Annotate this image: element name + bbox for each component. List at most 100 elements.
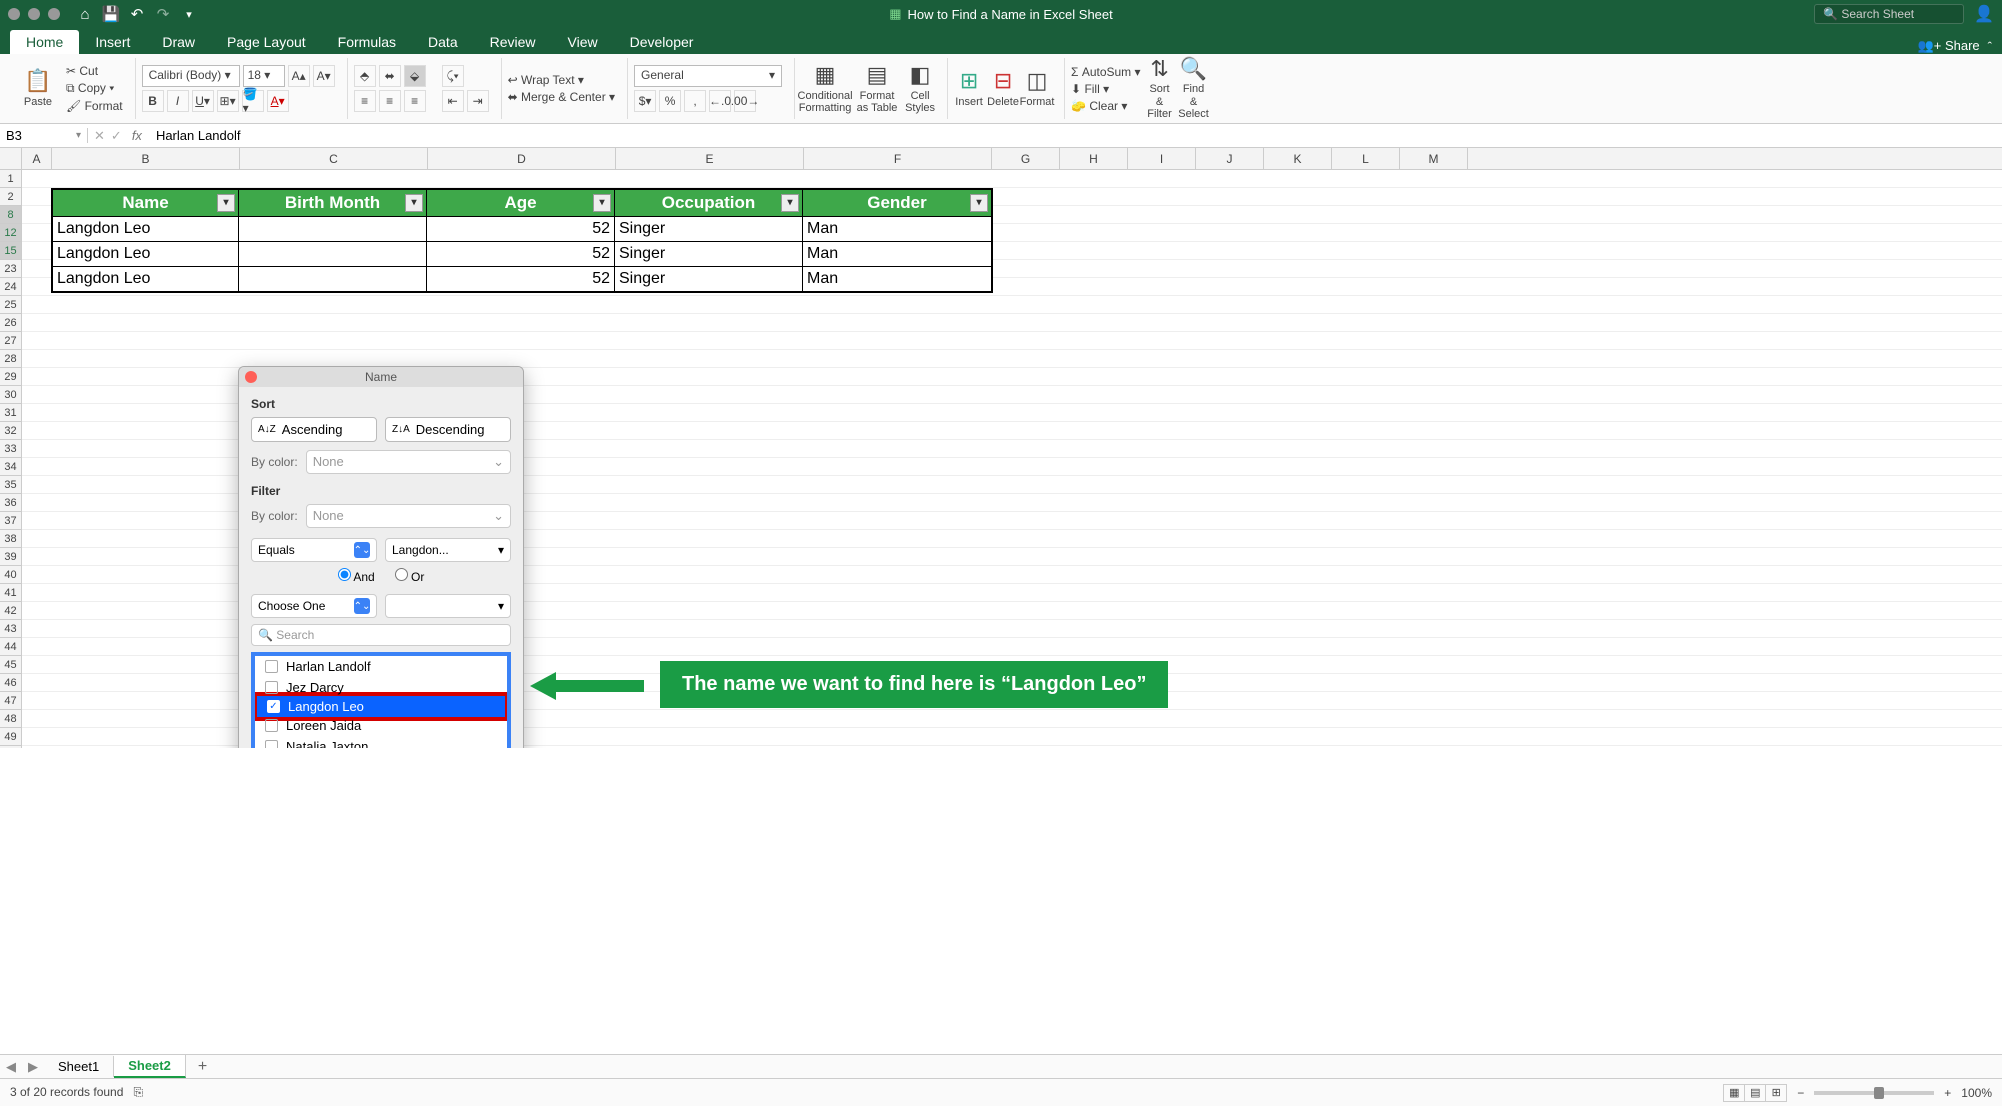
row-header[interactable]: 27 <box>0 332 22 350</box>
row-header[interactable]: 41 <box>0 584 22 602</box>
wrap-text-button[interactable]: ↩ Wrap Text ▾ <box>508 73 615 87</box>
cell[interactable]: Man <box>803 242 991 266</box>
conditional-formatting-button[interactable]: ▦Conditional Formatting <box>801 61 849 117</box>
row-header[interactable]: 49 <box>0 728 22 746</box>
cell[interactable]: Man <box>803 217 991 241</box>
col-header[interactable]: I <box>1128 148 1196 169</box>
row-header[interactable]: 44 <box>0 638 22 656</box>
close-icon[interactable] <box>245 371 257 383</box>
align-right-icon[interactable]: ≡ <box>404 90 426 112</box>
zoom-in-icon[interactable]: + <box>1944 1086 1951 1100</box>
fill-button[interactable]: ⬇ Fill ▾ <box>1071 82 1140 96</box>
copy-button[interactable]: ⧉ Copy ▾ <box>66 81 123 96</box>
row-header[interactable]: 50 <box>0 746 22 748</box>
align-middle-icon[interactable]: ⬌ <box>379 65 401 87</box>
increase-indent-icon[interactable]: ⇥ <box>467 90 489 112</box>
select-all-corner[interactable] <box>0 148 22 169</box>
qat-dropdown-icon[interactable]: ▾ <box>176 3 202 25</box>
filter-item-list[interactable]: Harlan Landolf Jez Darcy ✓Langdon Leo Lo… <box>251 652 511 748</box>
row-header[interactable]: 24 <box>0 278 22 296</box>
row-header[interactable]: 34 <box>0 458 22 476</box>
row-header[interactable]: 42 <box>0 602 22 620</box>
decrease-decimal-icon[interactable]: .00→ <box>734 90 756 112</box>
cell[interactable] <box>239 242 427 266</box>
row-header[interactable]: 23 <box>0 260 22 278</box>
decrease-indent-icon[interactable]: ⇤ <box>442 90 464 112</box>
row-header[interactable]: 38 <box>0 530 22 548</box>
orientation-icon[interactable]: ⤹▾ <box>442 65 464 87</box>
zoom-out-icon[interactable]: − <box>1797 1086 1804 1100</box>
align-center-icon[interactable]: ≡ <box>379 90 401 112</box>
row-header[interactable]: 28 <box>0 350 22 368</box>
filter-by-color-select[interactable]: None⌄ <box>306 504 511 528</box>
sort-filter-button[interactable]: ⇅Sort & Filter <box>1145 61 1175 117</box>
row-header[interactable]: 40 <box>0 566 22 584</box>
zoom-slider[interactable] <box>1814 1091 1934 1095</box>
add-sheet-button[interactable]: + <box>186 1058 219 1076</box>
col-header[interactable]: D <box>428 148 616 169</box>
cell[interactable]: Langdon Leo <box>53 267 239 291</box>
merge-center-button[interactable]: ⬌ Merge & Center ▾ <box>508 90 615 104</box>
sort-by-color-select[interactable]: None⌄ <box>306 450 511 474</box>
row-header[interactable]: 26 <box>0 314 22 332</box>
filter-value2-select[interactable]: ▾ <box>385 594 511 618</box>
format-painter-button[interactable]: 🖌 Format <box>66 99 123 113</box>
delete-cells-button[interactable]: ⊟Delete <box>988 61 1018 117</box>
user-icon[interactable]: 👤 <box>1974 4 1994 24</box>
cell[interactable]: Man <box>803 267 991 291</box>
bold-button[interactable]: B <box>142 90 164 112</box>
zoom-level[interactable]: 100% <box>1961 1086 1992 1100</box>
col-header[interactable]: F <box>804 148 992 169</box>
row-header[interactable]: 2 <box>0 188 22 206</box>
filter-icon[interactable]: ▾ <box>217 194 235 212</box>
filter-item[interactable]: Harlan Landolf <box>255 656 507 677</box>
filter-item-selected[interactable]: ✓Langdon Leo <box>257 696 505 717</box>
number-format-select[interactable]: General ▾ <box>634 65 782 87</box>
font-color-button[interactable]: A▾ <box>267 90 289 112</box>
col-header[interactable]: K <box>1264 148 1332 169</box>
row-header[interactable]: 47 <box>0 692 22 710</box>
col-header[interactable]: J <box>1196 148 1264 169</box>
formula-input[interactable]: Harlan Landolf <box>152 128 245 143</box>
cell[interactable] <box>239 267 427 291</box>
tab-formulas[interactable]: Formulas <box>322 30 412 54</box>
grid[interactable]: A B C D E F G H I J K L M 12812152324252… <box>0 148 2002 748</box>
row-header[interactable]: 29 <box>0 368 22 386</box>
sheet-nav-left-icon[interactable]: ◀ <box>0 1059 22 1075</box>
customize-status-icon[interactable]: ⎘ <box>133 1085 143 1099</box>
collapse-ribbon-icon[interactable]: ˆ <box>1988 39 1992 54</box>
tab-page-layout[interactable]: Page Layout <box>211 30 322 54</box>
cell[interactable] <box>239 217 427 241</box>
row-header[interactable]: 39 <box>0 548 22 566</box>
share-button[interactable]: 👥+ Share <box>1918 38 1980 54</box>
row-header[interactable]: 15 <box>0 242 22 260</box>
home-icon[interactable]: ⌂ <box>72 3 98 25</box>
col-header[interactable]: C <box>240 148 428 169</box>
row-header[interactable]: 45 <box>0 656 22 674</box>
row-header[interactable]: 33 <box>0 440 22 458</box>
row-header[interactable]: 46 <box>0 674 22 692</box>
decrease-font-icon[interactable]: A▾ <box>313 65 335 87</box>
filter-operator-select[interactable]: Equals⌃⌄ <box>251 538 377 562</box>
cell[interactable]: 52 <box>427 242 615 266</box>
col-header[interactable]: H <box>1060 148 1128 169</box>
fx-icon[interactable]: fx <box>122 128 152 143</box>
cell[interactable]: Singer <box>615 217 803 241</box>
row-header[interactable]: 25 <box>0 296 22 314</box>
row-header[interactable]: 1 <box>0 170 22 188</box>
fill-color-button[interactable]: 🪣▾ <box>242 90 264 112</box>
row-header[interactable]: 36 <box>0 494 22 512</box>
row-header[interactable]: 35 <box>0 476 22 494</box>
cut-button[interactable]: ✂ Cut <box>66 64 123 78</box>
clear-button[interactable]: 🧽 Clear ▾ <box>1071 99 1140 113</box>
align-top-icon[interactable]: ⬘ <box>354 65 376 87</box>
filter-operator2-select[interactable]: Choose One⌃⌄ <box>251 594 377 618</box>
comma-icon[interactable]: , <box>684 90 706 112</box>
sort-descending-button[interactable]: Z↓ADescending <box>385 417 511 442</box>
col-header[interactable]: E <box>616 148 804 169</box>
save-icon[interactable]: 💾 <box>98 3 124 25</box>
format-as-table-button[interactable]: ▤Format as Table <box>853 61 901 117</box>
filter-item[interactable]: Loreen Jaida <box>255 715 507 736</box>
filter-icon[interactable]: ▾ <box>405 194 423 212</box>
find-select-button[interactable]: 🔍Find & Select <box>1179 61 1209 117</box>
